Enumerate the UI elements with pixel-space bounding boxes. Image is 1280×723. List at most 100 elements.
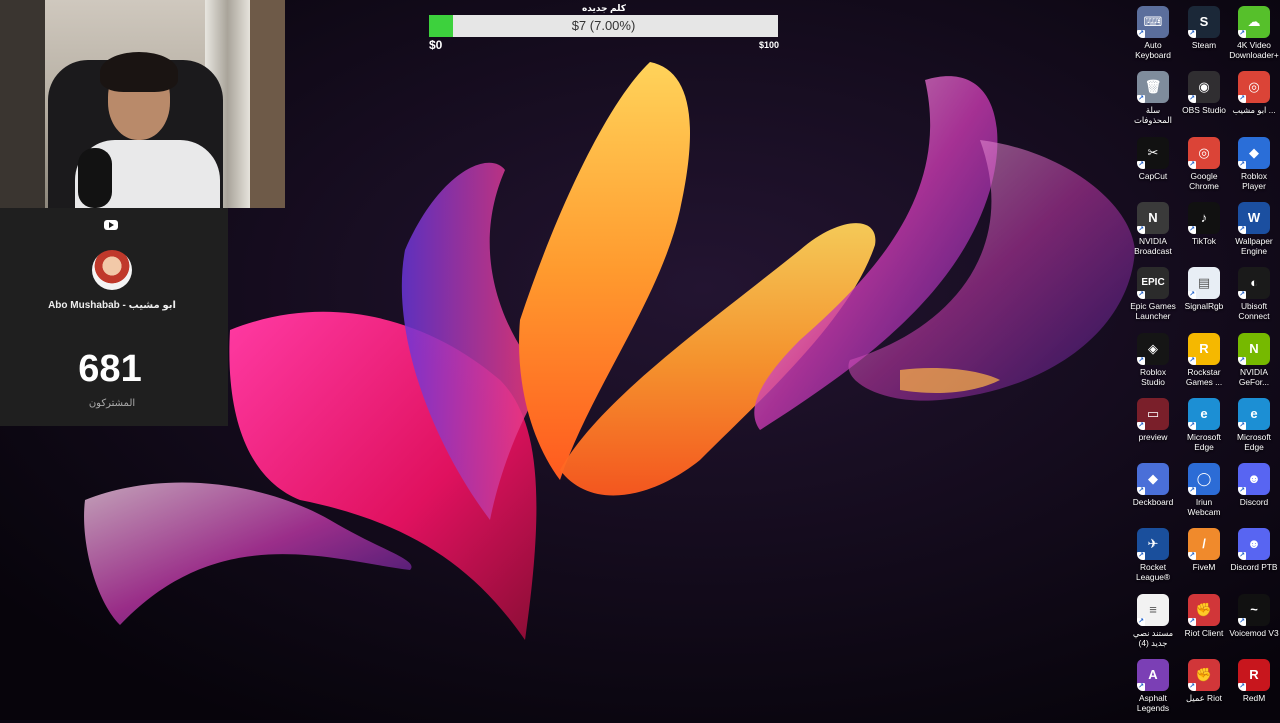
app-icon: ◯ ↗ (1188, 463, 1220, 496)
desktop-icon[interactable]: ✊ ↗ عميل Riot (1179, 659, 1229, 723)
shortcut-arrow-icon: ↗ (1188, 617, 1196, 626)
shortcut-arrow-icon: ↗ (1238, 683, 1246, 691)
desktop-icon[interactable]: / ↗ FiveM (1179, 528, 1229, 592)
desktop-icon-label: Google Chrome (1189, 170, 1219, 191)
app-icon: ◆ ↗ (1137, 463, 1169, 496)
desktop-icon-label: Steam (1191, 40, 1217, 50)
shortcut-arrow-icon: ↗ (1188, 225, 1196, 234)
desktop-icon[interactable]: ≡ ↗ مستند نصي جديد (4) (1128, 593, 1178, 658)
desktop-icon[interactable]: e ↗ Microsoft Edge (1229, 397, 1279, 462)
app-icon: ▭ ↗ (1137, 397, 1169, 430)
desktop-icon[interactable]: ☻ ↗ Discord PTB (1229, 528, 1279, 592)
subscriber-label: المشتركون (88, 398, 136, 409)
app-icon: EPIC ↗ (1137, 267, 1169, 300)
desktop-icon[interactable]: ◉ ↗ OBS Studio (1179, 71, 1229, 135)
desktop-icon[interactable]: ▤ ↗ SignalRgb (1179, 267, 1229, 331)
shortcut-arrow-icon: ↗ (1188, 30, 1196, 38)
desktop-icon[interactable]: ◎ ↗ ابو مشيب ... (1229, 71, 1279, 135)
desktop-icon[interactable]: ◎ ↗ Google Chrome (1179, 136, 1229, 201)
app-icon: e ↗ (1188, 397, 1220, 430)
desktop-icon-label: TikTok (1192, 235, 1216, 246)
app-icon: R ↗ (1188, 332, 1220, 365)
subscriber-count: 681 (78, 348, 142, 390)
desktop-icon[interactable]: R ↗ RedM (1229, 659, 1279, 723)
desktop-icon-label: NVIDIA Broadcast (1134, 235, 1172, 256)
desktop-icon-label: Microsoft Edge (1187, 431, 1221, 452)
desktop-icon-label: Microsoft Edge (1237, 431, 1271, 452)
app-icon: ✈ ↗ (1137, 528, 1169, 561)
desktop-icon-label: Rocket League® (1135, 562, 1171, 583)
desktop-icon[interactable]: ~ ↗ Voicemod V3 (1229, 593, 1279, 658)
shortcut-arrow-icon: ↗ (1238, 487, 1246, 496)
desktop-icon[interactable]: ◆ ↗ Roblox Player (1229, 136, 1279, 201)
shortcut-arrow-icon: ↗ (1188, 356, 1196, 365)
shortcut-arrow-icon: ↗ (1238, 30, 1246, 38)
desktop-icon[interactable]: ✂ ↗ CapCut (1128, 136, 1178, 201)
shelf (0, 0, 45, 208)
shortcut-arrow-icon: ↗ (1188, 160, 1196, 169)
shortcut-arrow-icon: ↗ (1238, 160, 1246, 169)
shortcut-arrow-icon: ↗ (1137, 95, 1145, 104)
desktop-icon[interactable]: ▭ ↗ preview (1128, 397, 1178, 462)
shortcut-arrow-icon: ↗ (1137, 30, 1145, 38)
desktop-icon[interactable]: ◐ ↗ Ubisoft Connect (1229, 267, 1279, 331)
desktop-icon-label: Roblox Studio (1139, 366, 1167, 387)
shortcut-arrow-icon: ↗ (1238, 95, 1246, 104)
shortcut-arrow-icon: ↗ (1238, 617, 1246, 626)
app-icon: ~ ↗ (1238, 593, 1270, 626)
app-icon: ✊ ↗ (1188, 593, 1220, 626)
desktop-icon-label: مستند نصي جديد (4) (1132, 627, 1174, 648)
shortcut-arrow-icon: ↗ (1188, 487, 1196, 496)
desktop-icon[interactable]: ✈ ↗ Rocket League® (1128, 528, 1178, 592)
app-icon: ≡ ↗ (1137, 593, 1169, 626)
desktop-icon[interactable]: ☻ ↗ Discord (1229, 463, 1279, 527)
desktop-icon[interactable]: ⌨ ↗ Auto Keyboard (1128, 6, 1178, 70)
donation-goal-text: $7 (7.00%) (571, 18, 636, 33)
app-icon: ◉ ↗ (1188, 71, 1220, 104)
app-icon: ◈ ↗ (1137, 332, 1169, 365)
donation-goal-min: $0 (429, 38, 443, 52)
desktop-icon[interactable]: 🗑 ↗ سلة المحذوفات (1128, 71, 1178, 135)
desktop-icon-label: Ubisoft Connect (1238, 301, 1270, 322)
shortcut-arrow-icon: ↗ (1238, 552, 1246, 561)
app-icon: e ↗ (1238, 397, 1270, 430)
desktop-icon[interactable]: ☁ ↗ 4K Video Downloader+ (1229, 6, 1279, 70)
desktop-icon-label: RedM (1242, 693, 1266, 703)
shortcut-arrow-icon: ↗ (1137, 160, 1145, 169)
desktop-icon-label: Rockstar Games ... (1185, 366, 1223, 387)
app-icon: / ↗ (1188, 528, 1220, 561)
desktop-icon-label: 4K Video Downloader+ (1229, 40, 1279, 60)
youtube-subscriber-card: Abo Mushabab - ابو مشيب 681 المشتركون (0, 208, 228, 426)
app-icon: ◎ ↗ (1238, 71, 1270, 104)
desktop-icon-label: Discord PTB (1230, 562, 1278, 573)
shortcut-arrow-icon: ↗ (1137, 617, 1145, 626)
desktop-icon[interactable]: N ↗ NVIDIA GeFor... (1229, 332, 1279, 397)
desktop-icon-label: Discord (1239, 497, 1269, 508)
app-icon: ♪ ↗ (1188, 201, 1220, 234)
desktop-icon[interactable]: W ↗ Wallpaper Engine (1229, 201, 1279, 266)
desktop-icon[interactable]: ♪ ↗ TikTok (1179, 201, 1229, 266)
desktop-icon-label: ابو مشيب ... (1232, 105, 1276, 116)
app-icon: A ↗ (1137, 659, 1169, 691)
desktop-icon[interactable]: N ↗ NVIDIA Broadcast (1128, 201, 1178, 266)
desktop-icon[interactable]: e ↗ Microsoft Edge (1179, 397, 1229, 462)
app-icon: 🗑 ↗ (1137, 71, 1169, 104)
shortcut-arrow-icon: ↗ (1188, 421, 1196, 430)
app-icon: ✂ ↗ (1137, 136, 1169, 169)
shortcut-arrow-icon: ↗ (1238, 225, 1246, 234)
shortcut-arrow-icon: ↗ (1188, 552, 1196, 561)
shortcut-arrow-icon: ↗ (1137, 487, 1145, 496)
desktop-icon[interactable]: EPIC ↗ Epic Games Launcher (1128, 267, 1178, 331)
app-icon: R ↗ (1238, 659, 1270, 691)
desktop-icon[interactable]: A ↗ Asphalt Legends (1128, 659, 1178, 723)
desktop-icon[interactable]: ◈ ↗ Roblox Studio (1128, 332, 1178, 397)
app-icon: ◆ ↗ (1238, 136, 1270, 169)
desktop-icon[interactable]: S ↗ Steam (1179, 6, 1229, 70)
desktop-icon[interactable]: ✊ ↗ Riot Client (1179, 593, 1229, 658)
desktop-icon[interactable]: R ↗ Rockstar Games ... (1179, 332, 1229, 397)
desktop-icon-label: Roblox Player (1240, 170, 1268, 191)
app-icon: ◐ ↗ (1238, 267, 1270, 300)
streamer-hair (100, 52, 178, 92)
desktop-icon[interactable]: ◯ ↗ Iriun Webcam (1179, 463, 1229, 527)
desktop-icon[interactable]: ◆ ↗ Deckboard (1128, 463, 1178, 527)
